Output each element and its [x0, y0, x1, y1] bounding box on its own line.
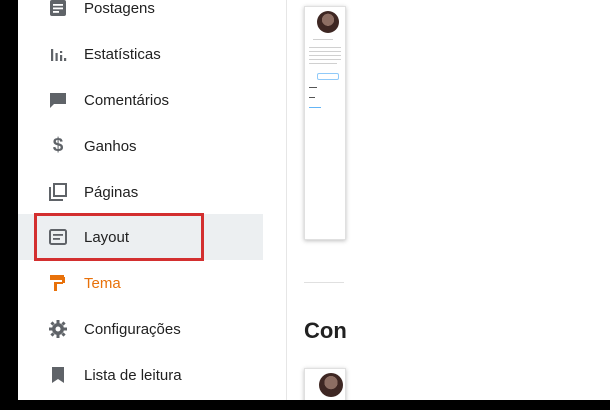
screen: Postagens Estatísticas Comentários $ Gan…: [18, 0, 610, 400]
preview-line: [309, 51, 341, 52]
sidebar-item-label: Configurações: [84, 320, 181, 338]
preview-line: [309, 55, 341, 56]
sidebar-item-label: Postagens: [84, 0, 155, 17]
sidebar-item-paginas[interactable]: Páginas: [18, 169, 263, 215]
avatar: [319, 373, 343, 397]
sidebar-item-label: Estatísticas: [84, 45, 161, 63]
sidebar-item-postagens[interactable]: Postagens: [18, 0, 263, 31]
pages-icon: [46, 180, 70, 204]
avatar: [317, 11, 339, 33]
bookmark-icon: [46, 363, 70, 387]
sidebar: Postagens Estatísticas Comentários $ Gan…: [18, 0, 286, 400]
preview-line: [313, 39, 333, 40]
posts-icon: [46, 0, 70, 20]
second-preview-thumbnail[interactable]: [304, 368, 346, 400]
preview-line: [309, 97, 315, 98]
sidebar-item-label: Ganhos: [84, 137, 137, 155]
theme-icon: [46, 271, 70, 295]
preview-button: [317, 73, 339, 80]
sidebar-item-ganhos[interactable]: $ Ganhos: [18, 123, 263, 169]
preview-line: [309, 63, 337, 64]
content-divider: [304, 282, 344, 283]
gear-icon: [46, 317, 70, 341]
sidebar-item-tema[interactable]: Tema: [18, 260, 263, 306]
section-heading: Con: [304, 318, 347, 343]
preview-link-line: [309, 107, 321, 108]
sidebar-item-label: Layout: [84, 228, 130, 246]
sidebar-item-estatisticas[interactable]: Estatísticas: [18, 31, 263, 77]
comment-icon: [46, 88, 70, 112]
sidebar-item-label: Páginas: [84, 183, 139, 201]
sidebar-item-comentarios[interactable]: Comentários: [18, 77, 263, 123]
sidebar-item-layout[interactable]: Layout: [18, 214, 263, 260]
dollar-icon: $: [52, 135, 64, 156]
preview-line: [309, 87, 317, 88]
layout-icon: [46, 225, 70, 249]
blog-preview-thumbnail[interactable]: [304, 6, 346, 240]
preview-line: [309, 59, 341, 60]
sidebar-item-label: Tema: [84, 274, 121, 292]
sidebar-item-label: Comentários: [84, 91, 170, 109]
stats-icon: [46, 42, 70, 66]
sidebar-item-lista-de-leitura[interactable]: Lista de leitura: [18, 352, 263, 398]
sidebar-item-configuracoes[interactable]: Configurações: [18, 306, 263, 352]
preview-line: [309, 47, 341, 48]
sidebar-item-label: Lista de leitura: [84, 366, 182, 384]
